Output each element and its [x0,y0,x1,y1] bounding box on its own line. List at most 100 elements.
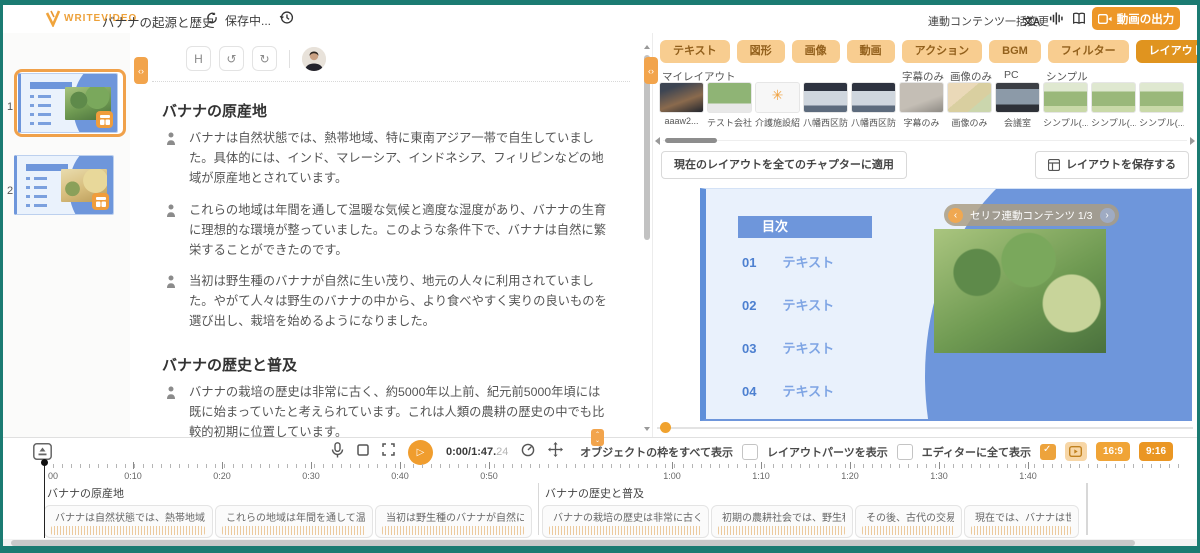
banana-illustration[interactable] [934,229,1106,353]
slide-number: 2 [7,185,14,197]
scroll-up-arrow[interactable] [644,45,650,49]
history-icon[interactable] [279,10,294,30]
tab-action[interactable]: アクション [901,40,983,63]
tab-text[interactable]: テキスト [660,40,730,63]
scrollbar-thumb[interactable] [665,138,717,143]
narrator-avatar[interactable] [302,46,326,71]
aspect-16-9-button[interactable]: 16:9 [1095,442,1130,461]
ruler-label: 00 [48,471,59,481]
slide-2-preview [14,155,114,215]
preview-progress-track[interactable] [657,427,1193,429]
scroll-left-arrow[interactable] [655,137,660,145]
translate-icon[interactable]: 文A [1023,13,1040,28]
playback-speed-icon[interactable] [521,443,535,462]
ruler-label: 1:40 [1019,471,1037,481]
chapter-title[interactable]: バナナの歴史と普及 [545,485,1090,501]
toggle-layout-parts-checkbox[interactable] [896,443,913,460]
next-content-button[interactable]: › [1099,207,1115,223]
preview-progress-handle[interactable] [660,422,671,433]
save-layout-label: レイアウトを保存する [1066,159,1176,171]
layout-thumb[interactable]: シンプル(... [1091,82,1136,129]
layout-thumb[interactable]: 八幡西区防... [803,82,848,129]
layout-thumb[interactable]: 会議室 [995,82,1040,129]
speaker-person-icon [166,383,176,437]
paragraph-text[interactable]: これらの地域は年間を通して温暖な気候と適度な湿度があり、バナナの生育に理想的な環… [189,201,612,261]
document-title[interactable]: バナナの起源と歴史 [102,12,215,31]
scrollbar-thumb[interactable] [11,540,1135,546]
play-button[interactable]: ▷ [408,439,433,465]
guide-book-icon[interactable] [1071,11,1087,31]
collapse-right-panel-handle[interactable]: ‹› [644,57,658,84]
slide-preview-canvas[interactable]: 目次 01 テキスト 02 テキスト 03 テキスト 04 テキスト ‹ セリフ連動コン… [700,188,1192,421]
tab-shapes[interactable]: 図形 [736,40,785,63]
audio-clip[interactable]: 現在では、バナナは世界中で最... [964,505,1079,538]
scroll-right-arrow[interactable] [1190,137,1195,145]
tab-images[interactable]: 画像 [791,40,840,63]
tab-layout[interactable]: レイアウト [1135,40,1197,63]
tab-filter[interactable]: フィルター [1047,40,1129,63]
layout-thumb[interactable]: シンプル(... [1139,82,1184,129]
heading-button[interactable]: H [186,46,211,71]
prev-content-button[interactable]: ‹ [948,207,963,223]
slide-layout-button[interactable] [96,111,113,128]
section-heading[interactable]: バナナの歴史と普及 [162,354,612,375]
paragraph-text[interactable]: 当初は野生種のバナナが自然に生い茂り、地元の人々に利用されていました。やがて人々… [189,272,612,332]
waveform [718,526,845,535]
audio-clip[interactable]: バナナの栽培の歴史は非常に古く、約5000年以... [542,505,709,538]
audio-clip[interactable]: その後、古代の交易路を通じて... [855,505,962,538]
fullscreen-icon[interactable] [382,443,395,461]
audio-clip[interactable]: これらの地域は年間を通して温暖な気候... [215,505,373,538]
toolbar-divider [289,49,290,68]
layout-thumb[interactable]: 画像のみ [947,82,992,129]
layout-thumb[interactable]: テスト会社 [707,82,752,129]
timeline-resize-handle[interactable]: ⌃ ⌄ [591,429,604,446]
audio-clip[interactable]: 初期の農耕社会では、野生種から種子が... [711,505,853,538]
collapse-left-panel-handle[interactable]: ‹› [134,57,148,84]
linked-content-badge: ‹ セリフ連動コンテンツ 1/3 › [944,204,1119,226]
preview-mode-button[interactable] [1064,442,1087,461]
export-video-button[interactable]: 動画の出力 [1092,7,1180,30]
redo-button[interactable]: ↻ [252,46,277,71]
slide-thumbnail-1[interactable] [14,69,126,137]
slide-layout-button[interactable] [92,193,109,210]
tab-bgm[interactable]: BGM [989,40,1041,63]
scroll-down-arrow[interactable] [644,427,650,431]
playhead-handle[interactable] [41,459,48,466]
toggle-object-frames-checkbox[interactable] [741,443,758,460]
audio-clip[interactable]: 当初は野生種のバナナが自然に生い茂り、... [375,505,532,538]
tab-video[interactable]: 動画 [846,40,895,63]
layout-thumb[interactable]: aaaw2... [659,82,704,129]
waveform [222,526,365,535]
sync-icon[interactable] [205,11,219,30]
toggle-show-all-editor-checkbox[interactable] [1039,443,1056,460]
section-heading[interactable]: バナナの原産地 [162,100,612,121]
video-camera-icon [1097,13,1112,24]
mic-icon[interactable] [331,441,344,463]
save-layout-button[interactable]: レイアウトを保存する [1035,151,1189,179]
editor-scrollbar[interactable] [643,45,651,431]
paragraph-text[interactable]: バナナの栽培の歴史は非常に古く、約5000年以上前、紀元前5000年頃には既に始… [189,383,612,437]
playback-controls: ▷ 0:00/1:47.24 [331,439,564,465]
layout-thumb[interactable]: シンプル(... [1043,82,1088,129]
export-video-label: 動画の出力 [1116,13,1175,26]
apply-layout-all-button[interactable]: 現在のレイアウトを全てのチャプターに適用 [661,151,907,179]
waveform [549,526,701,535]
aspect-9-16-button[interactable]: 9:16 [1138,442,1173,461]
undo-button[interactable]: ↺ [219,46,244,71]
layout-thumb[interactable]: 字幕のみ [899,82,944,129]
chapter-1: バナナの原産地 バナナは自然状態では、熱帯地域、特に... これらの地域は年間を… [44,485,538,538]
thumbnails-scrollbar[interactable] [653,137,1197,145]
move-tool-icon[interactable] [548,442,564,462]
editor-toolbar: H ↺ ↻ [130,33,652,71]
audio-wave-icon[interactable] [1049,11,1064,31]
timeline-scrollbar[interactable] [3,539,1197,546]
chapter-title[interactable]: バナナの原産地 [47,485,538,501]
stop-icon[interactable] [357,443,369,461]
layout-thumb[interactable]: 八幡西区防... [851,82,896,129]
slide-thumbnail-2[interactable] [14,155,118,215]
toc-item: 02 テキスト [742,298,835,313]
timeline-ruler[interactable] [44,464,1185,468]
paragraph-text[interactable]: バナナは自然状態では、熱帯地域、特に東南アジア一帯で自生していました。具体的には… [189,129,612,189]
layout-thumb[interactable]: 介護施設紹... [755,82,800,129]
audio-clip[interactable]: バナナは自然状態では、熱帯地域、特に... [44,505,213,538]
